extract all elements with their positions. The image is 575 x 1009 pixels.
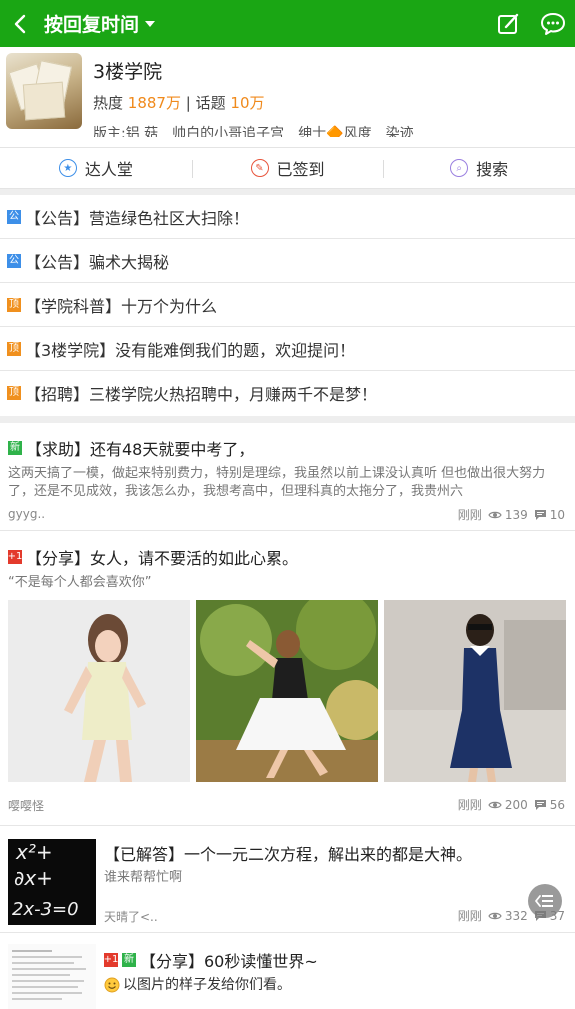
post-item[interactable]: 新 【求助】还有48天就要中考了， 这两天搞了一模，做起来特别费力，特别是理综，… [0,423,575,531]
post-image[interactable] [196,600,378,782]
checkin-label: 已签到 [276,160,325,179]
search-label: 搜索 [476,160,509,179]
post-item[interactable]: +1 【分享】女人，请不要活的如此心累。 “不是每个人都会喜欢你” 嘤嘤怪 刚刚… [0,532,575,826]
chat-bubble-icon [541,12,565,35]
post-meta: 刚刚 139 10 [458,506,565,523]
forum-header: 3楼学院 热度 1887万 | 话题 10万 版主:铝 菇 帅白的小哥追子宫 绅… [0,47,575,147]
checkin-icon: ✎ [250,159,269,177]
post-excerpt: 谁来帮帮忙啊 [104,870,183,885]
topics-value: 10万 [230,94,265,112]
forum-action-bar: ★ 达人堂 ✎ 已签到 ⌕ 搜索 [0,147,575,189]
notice-title: 【3楼学院】没有能难倒我们的题，欢迎提问！ [25,340,356,360]
back-button[interactable] [0,0,40,47]
svg-text:∂x+: ∂x+ [14,866,53,890]
post-author[interactable]: gyyg.. [8,507,45,521]
post-time: 刚刚 [457,798,482,812]
svg-text:2x-3=0: 2x-3=0 [12,899,79,920]
top-bar: 按回复时间 [0,0,575,47]
svg-text:x²+: x²+ [15,840,53,864]
notice-title: 【学院科普】十万个为什么 [25,296,218,316]
smile-emoji-icon [104,977,120,993]
caret-down-icon [145,20,156,27]
post-excerpt-row: 以图片的样子发给你们看。 [104,976,564,994]
forum-name: 3楼学院 [93,61,163,83]
heat-label: 热度 [93,94,124,112]
post-title-row: +1 【分享】女人，请不要活的如此心累。 [8,545,298,569]
post-title-row: +1 新 【分享】60秒读懂世界~ [104,948,318,972]
topics-label: 话题 [195,94,226,112]
post-subtitle: “不是每个人都会喜欢你” [8,575,152,590]
notice-item[interactable]: 公 【公告】营造绿色社区大扫除！ [0,195,575,239]
new-tag: 新 [8,441,22,455]
hall-of-fame-label: 达人堂 [84,160,133,179]
sort-label: 按回复时间 [44,14,140,36]
eye-icon [488,510,502,520]
moderator-list[interactable]: 版主:铝 菇 帅白的小哥追子宫 绅士🔶风度 染迹 [93,121,575,137]
post-meta: 刚刚 200 56 [458,796,565,813]
announcement-tag: 公 [7,209,21,224]
comment-icon [534,799,547,811]
notice-title: 【公告】营造绿色社区大扫除！ [25,208,250,228]
forum-stats: 热度 1887万 | 话题 10万 [93,92,265,113]
compose-button[interactable] [487,0,531,47]
floating-menu-button[interactable] [528,884,562,918]
notice-item[interactable]: 公 【公告】骗术大揭秘 [0,239,575,283]
post-title: 【分享】女人，请不要活的如此心累。 [26,549,299,568]
hall-of-fame-button[interactable]: ★ 达人堂 [0,148,192,188]
pinned-tag: 顶 [7,341,21,356]
heat-value: 1887万 [127,94,181,112]
forum-avatar[interactable] [6,53,82,129]
plus-one-tag: +1 [7,550,23,564]
post-time: 刚刚 [457,909,482,923]
post-author[interactable]: 天晴了<.. [104,908,158,925]
post-title-row: 新 【求助】还有48天就要中考了， [8,436,254,460]
menu-collapse-icon [535,895,553,907]
search-icon: ⌕ [450,159,469,177]
new-tag: 新 [122,953,136,967]
sort-dropdown[interactable]: 按回复时间 [44,10,156,37]
plus-one-tag: +1 [103,953,119,967]
post-item[interactable]: x²+ ∂x+ 2x-3=0 【已解答】一个一元二次方程，解出来的都是大神。 谁… [0,827,575,933]
post-title: 【求助】还有48天就要中考了， [26,440,255,459]
notice-title: 【公告】骗术大揭秘 [25,252,170,272]
eye-icon [488,911,502,921]
post-excerpt: 这两天搞了一模，做起来特别费力，特别是理综，我虽然以前上课没认真听 但也做出很大… [8,466,546,499]
post-image[interactable] [8,600,190,782]
pinned-tag: 顶 [7,386,21,400]
eye-icon [488,800,502,810]
post-item[interactable]: +1 新 【分享】60秒读懂世界~ 以图片的样子发给你们看。 [0,934,575,1009]
search-button[interactable]: ⌕ 搜索 [383,148,575,188]
view-count: 139 [504,507,528,522]
pinned-tag: 顶 [7,297,21,312]
post-thumbnail[interactable] [8,944,96,1009]
post-title: 【已解答】一个一元二次方程，解出来的都是大神。 [104,845,473,864]
notice-item[interactable]: 顶 【招聘】三楼学院火热招聘中，月赚两千不是梦！ [0,371,575,415]
chat-button[interactable] [531,0,575,47]
announcement-tag: 公 [7,253,21,268]
chevron-left-icon [14,14,26,33]
post-title: 【分享】60秒读懂世界~ [140,952,318,971]
post-excerpt: 以图片的样子发给你们看。 [123,977,291,993]
view-count: 200 [504,797,528,812]
checkin-button[interactable]: ✎ 已签到 [191,148,384,188]
post-author[interactable]: 嘤嘤怪 [8,797,44,814]
section-divider [0,416,575,423]
compose-icon [498,13,519,34]
star-badge-icon: ★ [58,159,77,177]
comment-count: 10 [549,507,565,522]
stats-separator: | [185,94,191,112]
notice-item[interactable]: 顶 【3楼学院】没有能难倒我们的题，欢迎提问！ [0,327,575,371]
post-time: 刚刚 [457,508,482,522]
notice-title: 【招聘】三楼学院火热招聘中，月赚两千不是梦！ [25,385,378,404]
post-image[interactable] [384,600,566,782]
post-thumbnail[interactable]: x²+ ∂x+ 2x-3=0 [8,839,96,925]
comment-icon [534,509,547,521]
notice-item[interactable]: 顶 【学院科普】十万个为什么 [0,283,575,327]
pinned-notices: 公 【公告】营造绿色社区大扫除！ 公 【公告】骗术大揭秘 顶 【学院科普】十万个… [0,195,575,415]
comment-count: 56 [549,797,565,812]
view-count: 332 [504,908,528,923]
